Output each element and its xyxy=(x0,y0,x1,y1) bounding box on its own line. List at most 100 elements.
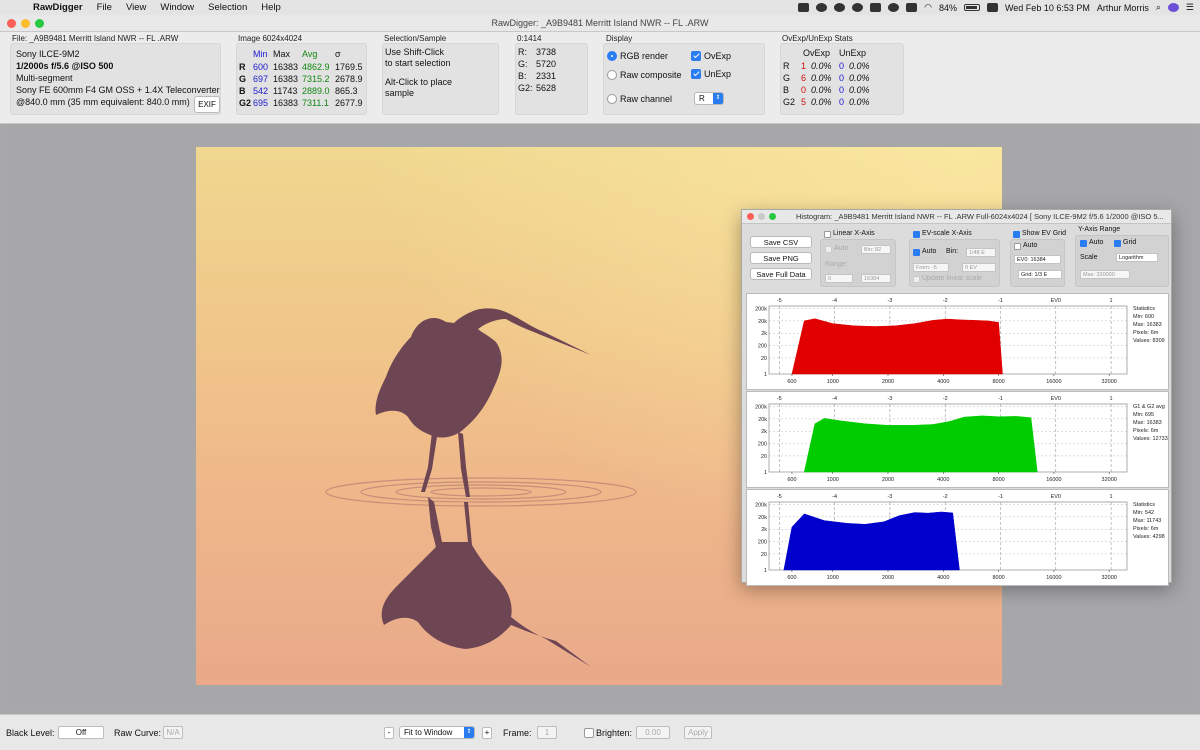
ev-tick-label: EV0 xyxy=(1051,396,1061,402)
ev-tick-label: -1 xyxy=(998,396,1003,402)
wifi-icon[interactable]: ◠ xyxy=(924,2,932,13)
ev-tick-label: -2 xyxy=(943,298,948,304)
raw-channel-select[interactable]: R ⇕ xyxy=(694,92,724,105)
histogram-stat-line: Statistics xyxy=(1133,502,1155,508)
unexp-checkbox[interactable] xyxy=(691,69,701,79)
raw-curve-field[interactable]: N/A xyxy=(163,726,183,739)
linear-bin-field[interactable]: Bin: 82 xyxy=(861,245,891,254)
show-ev-grid-checkbox[interactable] xyxy=(1013,231,1020,238)
dropbox-icon[interactable] xyxy=(906,3,918,12)
histogram-blue-chart: 200k 20k 2k 200 20 1 -5 -4 -3 -2 -1 EV0 1 600 1000 2000… xyxy=(755,494,1165,581)
zoom-out-button[interactable]: - xyxy=(384,727,394,739)
menu-view[interactable]: View xyxy=(119,2,153,13)
y-tick-label: 200 xyxy=(758,442,767,448)
ovexp-label: OvExp xyxy=(704,51,732,61)
sample-value: 5720 xyxy=(536,59,557,69)
keyboard-icon[interactable] xyxy=(986,3,998,12)
menu-selection[interactable]: Selection xyxy=(201,2,254,13)
user-name[interactable]: Arthur Morris xyxy=(1097,3,1149,13)
y-tick-label: 20 xyxy=(761,552,767,558)
minimize-histogram-button[interactable] xyxy=(758,213,765,220)
zoom-histogram-button[interactable] xyxy=(769,213,776,220)
range-from-field[interactable]: 0 xyxy=(825,274,853,283)
apply-button[interactable]: Apply xyxy=(684,726,712,739)
update-linear-checkbox[interactable] xyxy=(913,276,920,283)
creative-cloud-icon[interactable] xyxy=(834,3,846,12)
histogram-green-panel[interactable]: 200k 20k 2k 200 20 1 -5 -4 -3 -2 -1 EV0 1 600 1000 2000… xyxy=(746,391,1169,488)
linear-auto-checkbox[interactable] xyxy=(825,246,832,253)
y-auto-checkbox[interactable] xyxy=(1080,240,1087,247)
menu-app[interactable]: RawDigger xyxy=(26,2,90,13)
ev-to-field[interactable]: 0 EV xyxy=(962,263,996,272)
scale-select[interactable]: Logarithm xyxy=(1116,253,1158,262)
ev-tick-label: -2 xyxy=(943,396,948,402)
ev-auto-checkbox[interactable] xyxy=(913,249,920,256)
save-full-data-button[interactable]: Save Full Data xyxy=(750,268,812,280)
rgb-render-label: RGB render xyxy=(620,51,669,61)
siri-icon[interactable] xyxy=(1167,3,1179,12)
search-icon[interactable]: ⌕ xyxy=(1156,2,1161,13)
linear-x-axis-checkbox[interactable] xyxy=(824,231,831,238)
battery-icon[interactable] xyxy=(963,4,980,11)
grid-step-select[interactable]: Grid: 1/3 E xyxy=(1018,270,1062,279)
y-max-field[interactable]: Max: 320000 xyxy=(1080,270,1130,279)
control-center-icon[interactable]: ☰ xyxy=(1186,2,1194,13)
close-window-button[interactable] xyxy=(7,19,16,28)
y-tick-label: 200 xyxy=(758,344,767,350)
ev-tick-label: 1 xyxy=(1110,396,1113,402)
ovexp-checkbox[interactable] xyxy=(691,51,701,61)
save-csv-button[interactable]: Save CSV xyxy=(750,236,812,248)
clock[interactable]: Wed Feb 10 6:53 PM xyxy=(1005,3,1090,13)
ovexp-percent: 0.0% xyxy=(811,73,832,83)
zoom-in-button[interactable]: + xyxy=(482,727,492,739)
raw-channel-radio[interactable] xyxy=(607,94,617,104)
stat-sd: 1769.5 xyxy=(335,62,363,72)
zoom-select[interactable]: Fit to Window ⇕ xyxy=(399,726,475,739)
histogram-blue-panel[interactable]: 200k 20k 2k 200 20 1 -5 -4 -3 -2 -1 EV0 1 600 1000 2000… xyxy=(746,489,1169,586)
ev-scale-checkbox[interactable] xyxy=(913,231,920,238)
unexp-count: 0 xyxy=(839,85,845,95)
zoom-value: Fit to Window xyxy=(404,728,453,737)
x-tick-label: 1000 xyxy=(827,477,839,483)
black-level-button[interactable]: Off xyxy=(58,726,104,739)
histogram-stat-line: Values: 12733 xyxy=(1133,436,1168,442)
menu-window[interactable]: Window xyxy=(153,2,201,13)
ev-tick-label: -1 xyxy=(998,494,1003,500)
ev-tick-label: -3 xyxy=(887,396,892,402)
brighten-field[interactable]: 0.00 xyxy=(636,726,670,739)
ev0-field[interactable]: EV0: 16384 xyxy=(1014,255,1061,264)
camera-icon[interactable] xyxy=(798,3,810,12)
printer-icon[interactable] xyxy=(870,3,882,12)
ev-bin-field[interactable]: 1/48 E xyxy=(966,248,996,257)
skype-icon[interactable] xyxy=(852,3,864,12)
ev-grid-auto-checkbox[interactable] xyxy=(1014,243,1021,250)
exif-button[interactable]: EXIF xyxy=(194,96,220,113)
close-histogram-button[interactable] xyxy=(747,213,754,220)
range-to-field[interactable]: 16384 xyxy=(861,274,891,283)
raw-composite-radio[interactable] xyxy=(607,70,617,80)
rgb-render-radio[interactable] xyxy=(607,51,617,61)
y-grid-checkbox[interactable] xyxy=(1114,240,1121,247)
stat-min: 542 xyxy=(253,86,269,96)
x-tick-label: 4000 xyxy=(937,379,949,385)
minimize-window-button[interactable] xyxy=(21,19,30,28)
malwarebytes-icon[interactable] xyxy=(888,3,900,12)
menu-file[interactable]: File xyxy=(90,2,119,13)
histogram-red-panel[interactable]: 200k 20k 2k 200 20 1 -5 -4 -3 -2 -1 EV0 1 600 1000 2000… xyxy=(746,293,1169,390)
stats-panel: OvExp UnExp R 1 0.0% 0 0.0% G 6 0.0% 0 0.0% B 0 0.0%… xyxy=(780,43,904,115)
ev-from-field[interactable]: From: -5 xyxy=(913,263,949,272)
sample-channel: R: xyxy=(518,47,527,57)
frame-stepper[interactable]: 1 xyxy=(537,726,557,739)
histogram-stat-line: Values: 8309 xyxy=(1133,338,1165,344)
zoom-window-button[interactable] xyxy=(35,19,44,28)
brighten-checkbox[interactable] xyxy=(584,728,594,738)
histogram-green-chart: 200k 20k 2k 200 20 1 -5 -4 -3 -2 -1 EV0 1 600 1000 2000… xyxy=(755,396,1168,483)
stat-sd: 2677.9 xyxy=(335,98,363,108)
unexp-label: UnExp xyxy=(704,69,732,79)
y-axis-group: Auto Grid Scale Logarithm Max: 320000 xyxy=(1075,235,1169,287)
save-png-button[interactable]: Save PNG xyxy=(750,252,812,264)
linear-x-group: Auto Bin: 82 Range: 0 16384 xyxy=(820,239,896,287)
y-tick-label: 200k xyxy=(755,307,767,313)
record-icon[interactable] xyxy=(816,3,828,12)
menu-help[interactable]: Help xyxy=(254,2,288,13)
